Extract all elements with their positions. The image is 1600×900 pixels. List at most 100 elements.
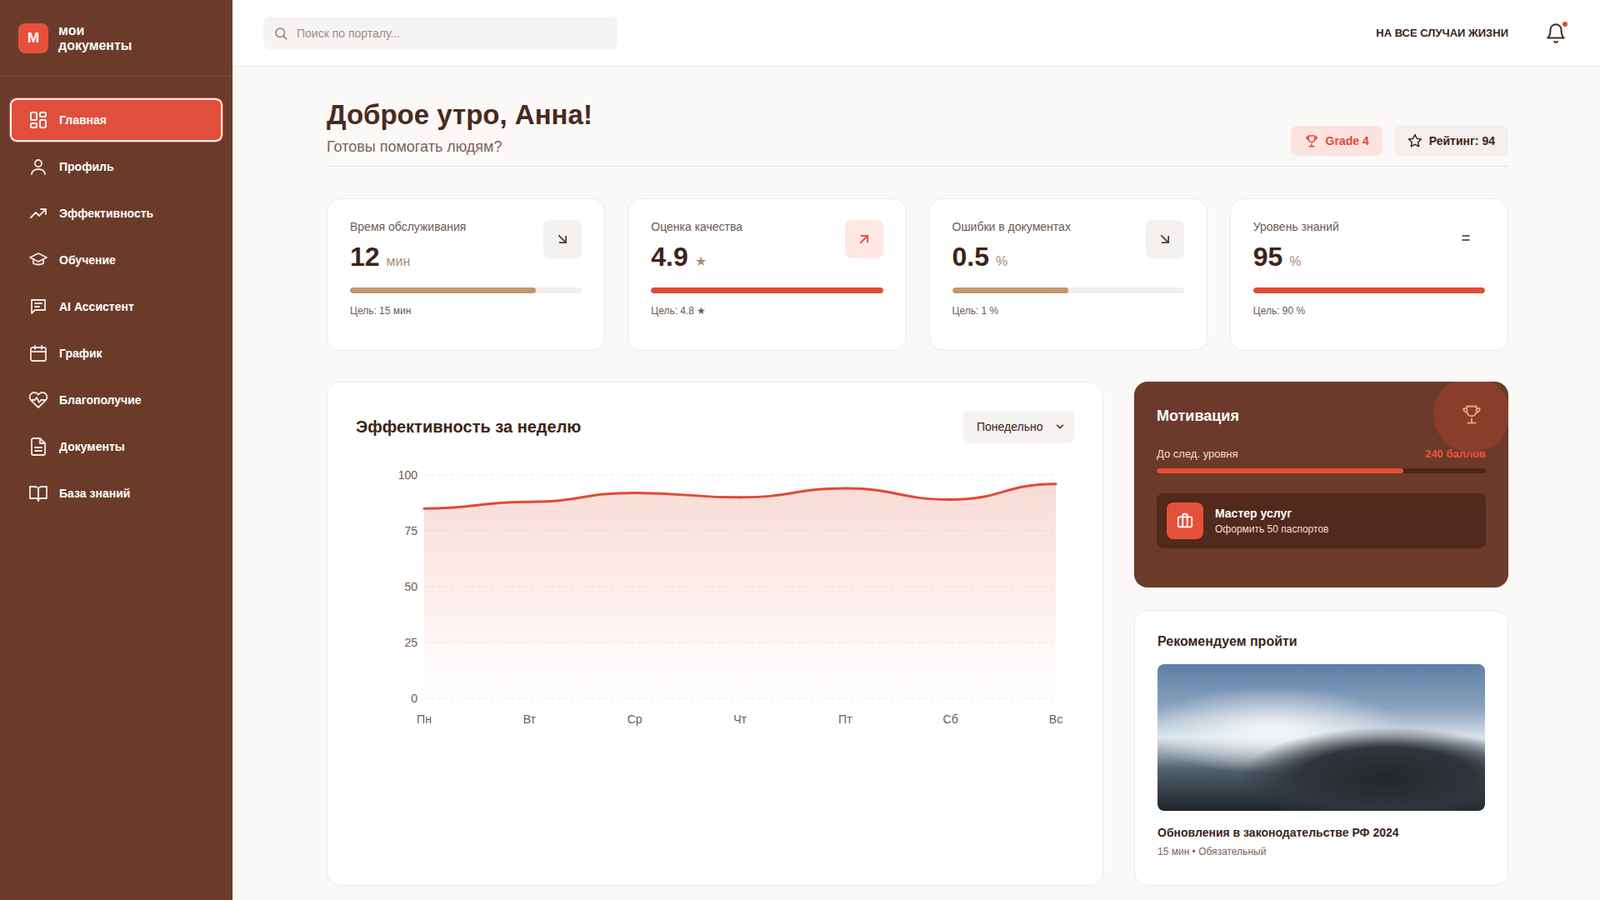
main: НА ВСЕ СЛУЧАИ ЖИЗНИ Доброе утро, Анна!Гот…	[232, 0, 1600, 900]
sidebar-item[interactable]: Эффективность	[10, 191, 223, 235]
y-tick-label: 25	[404, 635, 418, 650]
stat-value-row: 12 мин	[350, 241, 466, 273]
sidebar-item[interactable]: Документы	[10, 425, 223, 469]
y-tick-label: 75	[404, 524, 418, 538]
y-tick-label: 0	[410, 691, 418, 705]
stat-value: 12	[350, 241, 380, 273]
sidebar-item[interactable]: График	[10, 331, 223, 375]
notifications-button[interactable]	[1543, 20, 1569, 46]
stat-goal: Цель: 4.8 ★	[650, 305, 883, 317]
stat-goal: Цель: 90 %	[1253, 305, 1485, 317]
briefcase-icon	[1166, 502, 1204, 540]
logo-icon[interactable]: М	[18, 23, 49, 54]
stat-value-row: 95%	[1253, 241, 1340, 273]
period-select-value: Понедельно	[976, 420, 1044, 434]
user-icon	[28, 156, 49, 177]
stat-card: Уровень знаний 95% = Цель: 90 %	[1230, 198, 1509, 351]
stat-text: Ошибки в документах0.5%	[952, 220, 1071, 273]
achievement-subtitle: Оформить 50 паспортов	[1215, 523, 1329, 535]
arrow-down-right-icon	[1156, 230, 1174, 248]
heart-icon	[28, 390, 49, 410]
header-badge: Рейтинг: 94	[1394, 125, 1509, 156]
sidebar: Ммоидокументы ГлавнаяПрофиль Эффективность…	[0, 0, 233, 900]
stat-top: Уровень знаний 95% =	[1253, 220, 1485, 273]
sidebar-item[interactable]: AI Ассистент	[10, 285, 223, 329]
stat-card: Ошибки в документах0.5% Цель: 1 %	[929, 198, 1208, 351]
chart-header: Эффективность за неделюПонедельно	[355, 410, 1075, 444]
stat-unit: мин	[386, 254, 411, 270]
achievement[interactable]: Мастер услугОформить 50 паспортов	[1156, 493, 1486, 549]
stat-progress-fill	[952, 287, 1069, 294]
period-select[interactable]: Понедельно	[963, 410, 1075, 444]
sidebar-item[interactable]: Профиль	[10, 145, 223, 189]
badge-label: Grade 4	[1325, 134, 1370, 148]
stat-progress	[1253, 287, 1485, 294]
course-photo[interactable]	[1157, 664, 1485, 811]
x-tick-label: Чт	[733, 712, 747, 726]
trend-indicator	[543, 220, 582, 259]
x-tick-label: Сб	[943, 712, 959, 726]
achievement-text: Мастер услугОформить 50 паспортов	[1215, 506, 1329, 535]
course-title[interactable]: Обновления в законодательстве РФ 2024	[1157, 825, 1485, 840]
y-tick: 100	[398, 468, 1056, 482]
trend-indicator	[1145, 220, 1185, 259]
sidebar-item[interactable]: База знаний	[10, 471, 223, 515]
app: Ммоидокументы ГлавнаяПрофиль Эффективность…	[0, 0, 1600, 900]
sidebar-item-label: Благополучие	[59, 393, 142, 407]
right-column: МотивацияДо след. уровня240 балловМастер…	[1134, 381, 1509, 886]
x-tick-label: Вс	[1049, 712, 1063, 726]
stat-label: Уровень знаний	[1253, 220, 1340, 234]
content: Доброе утро, Анна!Готовы помогать людям?…	[232, 66, 1600, 900]
stat-progress	[350, 287, 582, 294]
topbar-right: НА ВСЕ СЛУЧАИ ЖИЗНИ	[1375, 20, 1569, 46]
trophy-badge	[1433, 381, 1509, 453]
trend-symbol: =	[1461, 230, 1471, 248]
chart-point	[739, 495, 742, 499]
stat-top: Время обслуживания12мин	[350, 220, 582, 273]
stat-unit: ★	[695, 253, 707, 270]
book-icon	[28, 483, 49, 504]
level-progress-fill	[1156, 468, 1404, 474]
sidebar-item[interactable]: Благополучие	[10, 378, 223, 422]
stat-goal: Цель: 1 %	[952, 305, 1185, 317]
search-input[interactable]	[295, 25, 608, 41]
message-icon	[28, 296, 49, 317]
x-tick-label: Пт	[838, 712, 853, 726]
stat-value-row: 0.5%	[952, 241, 1071, 273]
stat-text: Оценка качества4.9★	[650, 220, 743, 273]
stat-value: 95	[1253, 241, 1284, 273]
stat-value: 0.5	[952, 241, 990, 273]
sidebar-item-label: Эффективность	[59, 206, 154, 220]
sidebar-item-label: AI Ассистент	[59, 300, 135, 314]
sidebar-item[interactable]: Обучение	[10, 238, 223, 282]
trophy-icon	[1304, 133, 1320, 149]
stat-goal: Цель: 15 мин	[350, 305, 582, 317]
grid-line	[424, 474, 1056, 475]
chart-point	[1055, 482, 1058, 485]
logo-line: мои	[58, 23, 133, 39]
chart-point	[949, 498, 952, 501]
motivation-card: МотивацияДо след. уровня240 балловМастер…	[1134, 381, 1509, 588]
stat-unit: %	[1289, 254, 1301, 270]
stat-top: Ошибки в документах0.5%	[952, 220, 1185, 273]
chart-card: Эффективность за неделюПонедельно1007550…	[326, 381, 1104, 886]
stat-progress-fill	[350, 287, 536, 294]
file-icon	[28, 436, 49, 457]
badge-label: Рейтинг: 94	[1429, 134, 1495, 148]
grid-icon	[28, 110, 49, 130]
chart-point	[633, 491, 636, 495]
sidebar-item[interactable]: Главная	[10, 98, 223, 142]
chart-area	[424, 483, 1056, 698]
search-icon	[273, 25, 289, 41]
sidebar-item-label: База знаний	[59, 486, 130, 500]
search-box[interactable]	[263, 16, 618, 50]
x-tick-label: Вт	[523, 712, 537, 726]
bottom-section: Эффективность за неделюПонедельно1007550…	[326, 381, 1509, 886]
badges: Grade 4 Рейтинг: 94	[1290, 125, 1509, 156]
greeting: Доброе утро, Анна!Готовы помогать людям?	[326, 98, 593, 156]
life-situations-link[interactable]: НА ВСЕ СЛУЧАИ ЖИЗНИ	[1375, 26, 1509, 40]
chart-point	[844, 486, 847, 490]
logo[interactable]: Ммоидокументы	[0, 0, 233, 77]
chart-line	[424, 483, 1056, 508]
stat-value-row: 4.9★	[650, 241, 743, 273]
